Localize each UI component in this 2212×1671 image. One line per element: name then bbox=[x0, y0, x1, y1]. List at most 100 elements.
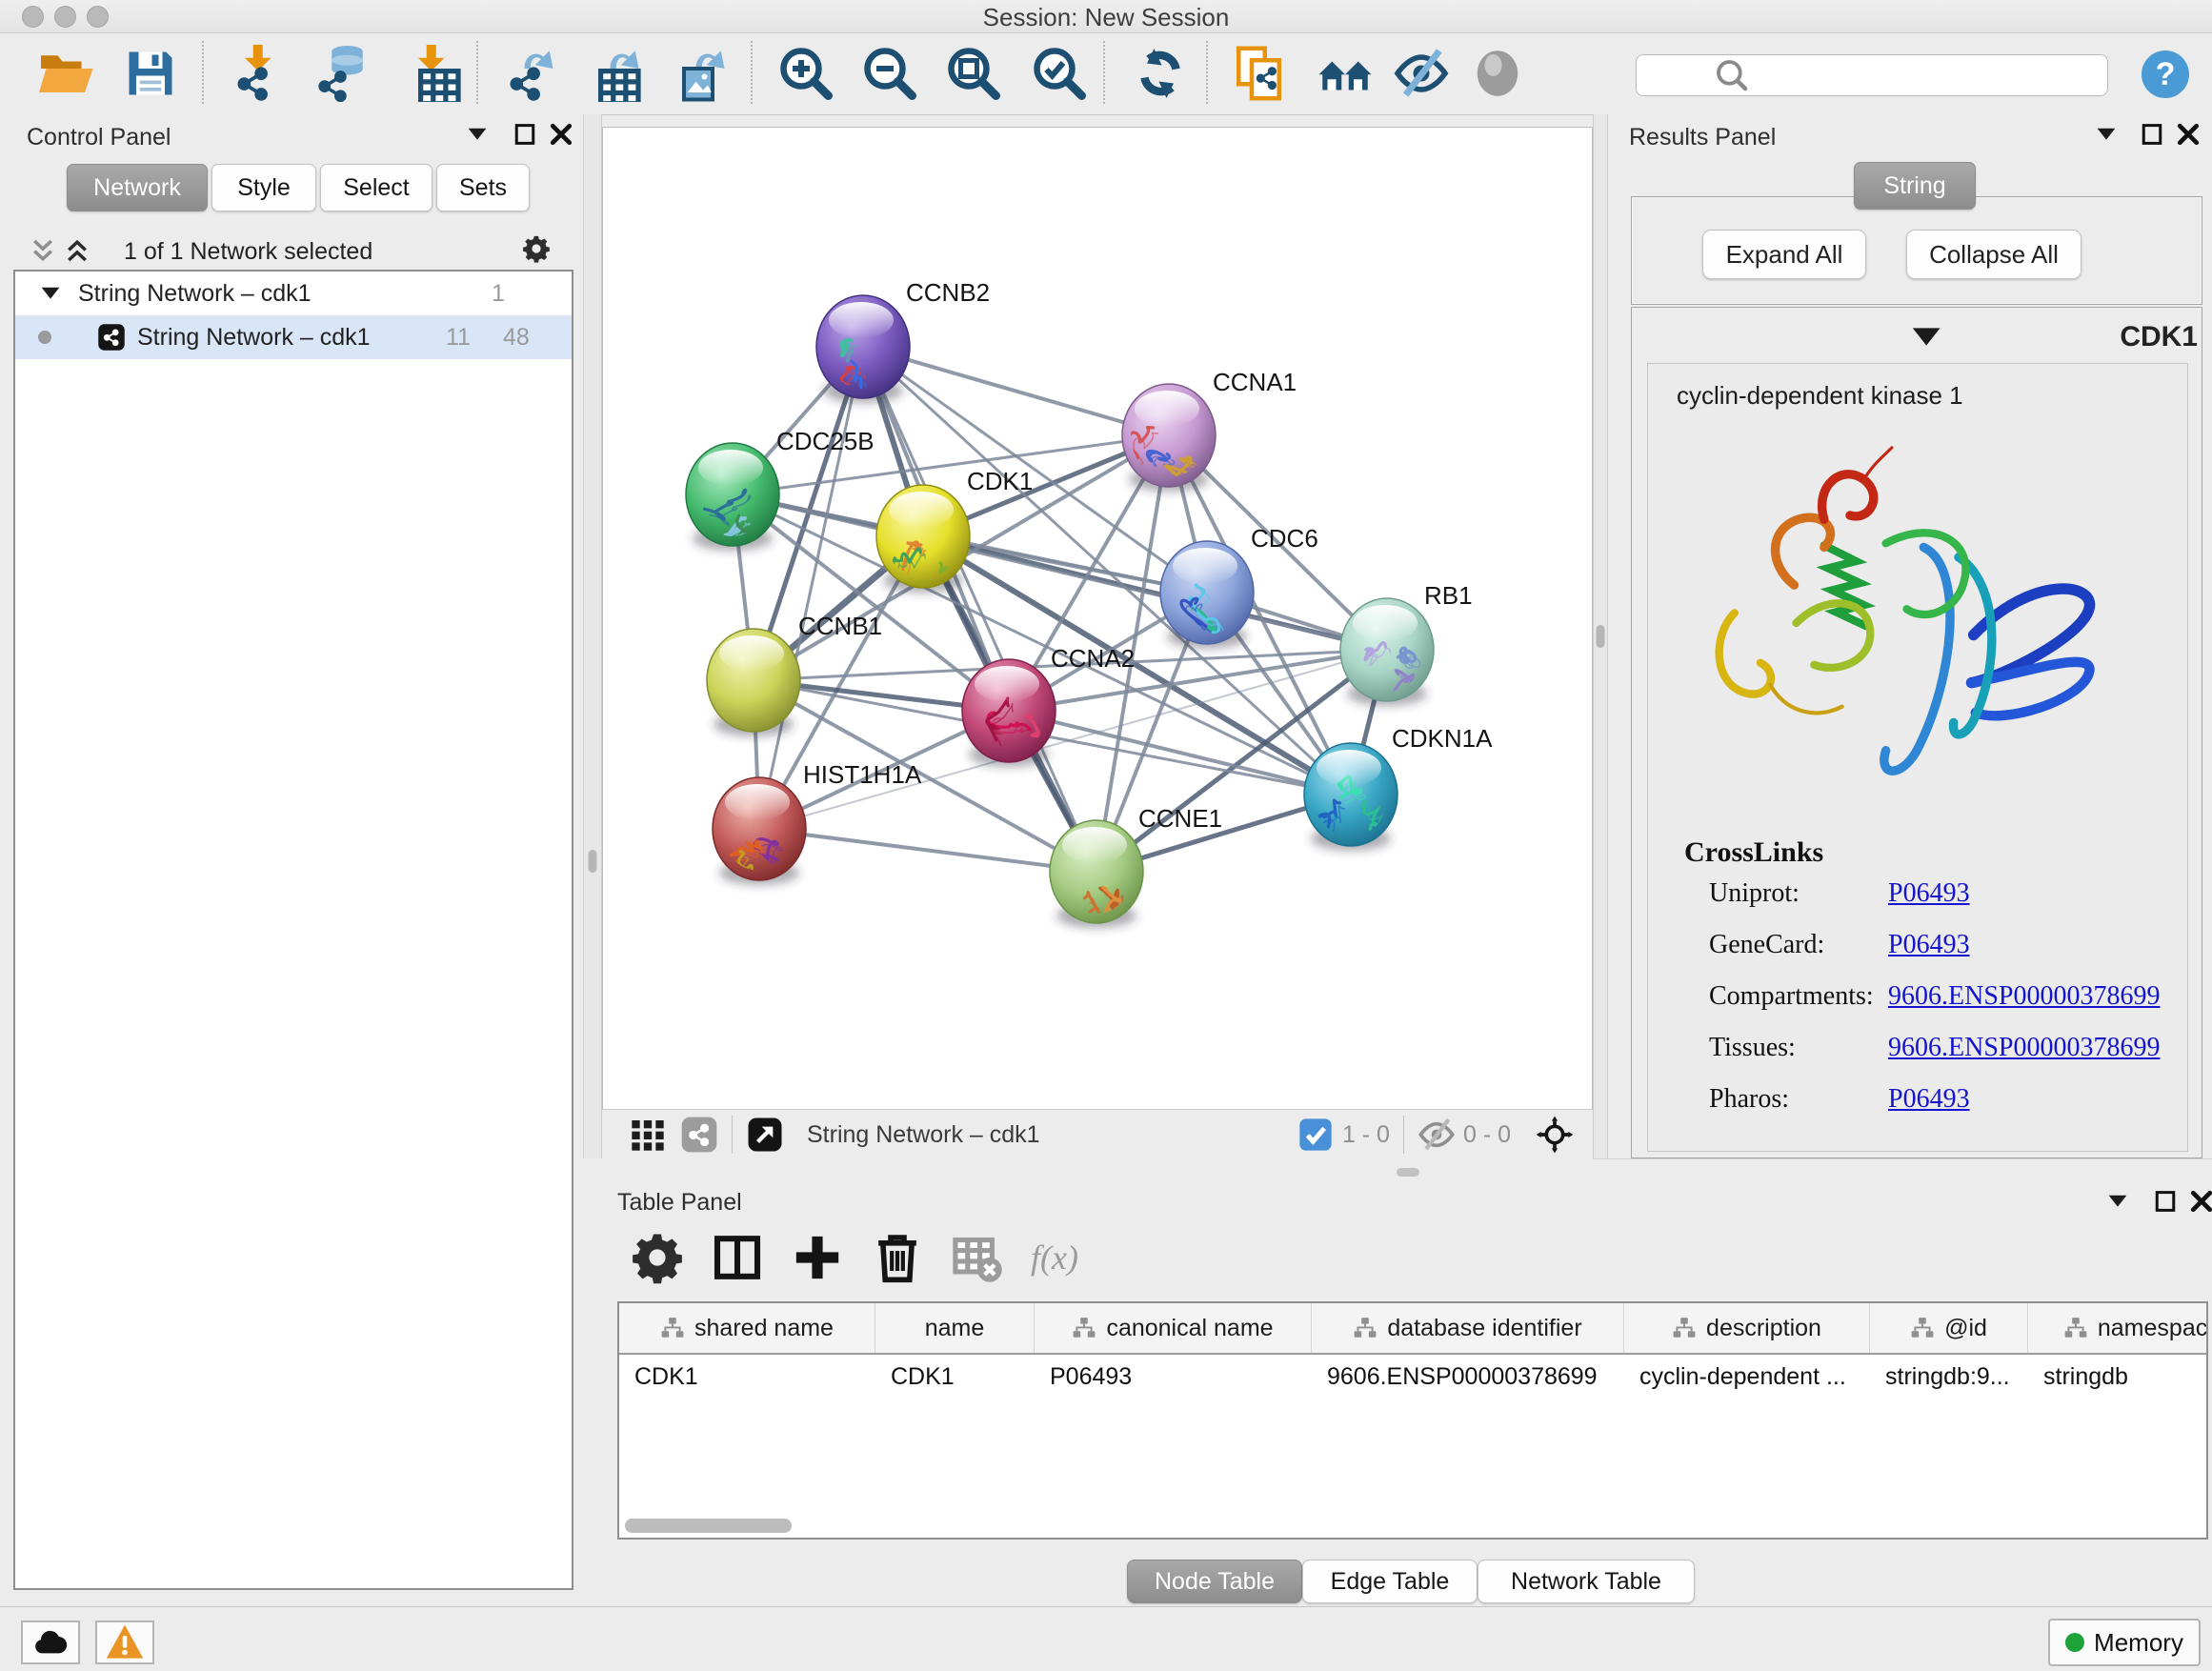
network-edge[interactable] bbox=[759, 347, 863, 829]
memory-button[interactable]: Memory bbox=[2048, 1619, 2201, 1666]
apply-layout-button[interactable] bbox=[1132, 45, 1189, 102]
open-folder-icon bbox=[36, 45, 93, 102]
table-horizontal-scrollbar[interactable] bbox=[619, 1519, 2206, 1534]
hide-selected-button[interactable] bbox=[1393, 45, 1450, 102]
column-header-@id[interactable]: @id bbox=[1870, 1303, 2028, 1353]
node-table[interactable]: shared namenamecanonical namedatabase id… bbox=[617, 1301, 2208, 1540]
add-column-button[interactable] bbox=[791, 1231, 844, 1284]
export-network-button[interactable] bbox=[503, 45, 560, 102]
network-graph[interactable]: CCNB2CCNA1CDC25BCDK1CDC6RB1CCNB1CCNA2CDK… bbox=[603, 128, 1592, 1110]
help-button[interactable]: ? bbox=[2142, 50, 2189, 98]
table-cell[interactable]: CDK1 bbox=[875, 1363, 1035, 1391]
tab-edge-table[interactable]: Edge Table bbox=[1302, 1560, 1478, 1603]
float-panel-icon[interactable] bbox=[511, 120, 539, 149]
collapse-gene-icon[interactable] bbox=[1634, 315, 2066, 359]
left-splitter[interactable] bbox=[583, 114, 602, 1158]
network-edge[interactable] bbox=[759, 829, 1096, 872]
close-panel-icon[interactable] bbox=[2187, 1187, 2212, 1216]
zoom-fit-button[interactable] bbox=[945, 45, 1002, 102]
export-image-button[interactable] bbox=[674, 45, 732, 102]
import-table-button[interactable] bbox=[404, 45, 461, 102]
detach-view-icon[interactable] bbox=[746, 1116, 784, 1154]
close-panel-icon[interactable] bbox=[547, 120, 575, 149]
right-splitter[interactable] bbox=[1593, 114, 1608, 1158]
panel-menu-icon[interactable] bbox=[463, 120, 492, 149]
import-network-from-database-button[interactable] bbox=[316, 45, 373, 102]
clone-network-button[interactable] bbox=[1233, 45, 1290, 102]
show-columns-button[interactable] bbox=[711, 1231, 764, 1284]
table-row[interactable]: CDK1CDK1P064939606.ENSP00000378699cyclin… bbox=[619, 1355, 2206, 1399]
first-neighbors-button[interactable] bbox=[1317, 45, 1374, 102]
selected-checkbox-icon[interactable] bbox=[1297, 1116, 1335, 1154]
gene-header-row[interactable]: CDK1 bbox=[1634, 315, 2198, 359]
collapse-all-button[interactable]: Collapse All bbox=[1906, 230, 2081, 279]
tab-select[interactable]: Select bbox=[320, 164, 432, 211]
table-cell[interactable]: cyclin-dependent ... bbox=[1624, 1363, 1870, 1391]
network-node-CDC25B[interactable]: CDC25B bbox=[686, 427, 875, 561]
import-network-button[interactable] bbox=[231, 45, 288, 102]
column-header-shared-name[interactable]: shared name bbox=[619, 1303, 875, 1353]
table-cell[interactable]: stringdb:9... bbox=[1870, 1363, 2028, 1391]
column-header-name[interactable]: name bbox=[875, 1303, 1035, 1353]
crosslink-link[interactable]: P06493 bbox=[1888, 1084, 1970, 1115]
network-node-CCNB2[interactable]: CCNB2 bbox=[816, 278, 990, 408]
search-box[interactable] bbox=[1636, 54, 2108, 96]
crosslink-label: Uniprot: bbox=[1709, 878, 1800, 908]
open-session-button[interactable] bbox=[36, 45, 93, 102]
column-header-database-identifier[interactable]: database identifier bbox=[1312, 1303, 1624, 1353]
network-node-HIST1H1A[interactable]: HIST1H1A bbox=[713, 760, 922, 885]
network-collection-row[interactable]: String Network – cdk1 1 bbox=[15, 272, 572, 315]
network-node-CDKN1A[interactable]: CDKN1A bbox=[1304, 724, 1493, 851]
delete-column-button[interactable] bbox=[871, 1231, 924, 1284]
show-hidden-button[interactable] bbox=[1469, 45, 1526, 102]
warnings-button[interactable] bbox=[95, 1621, 154, 1664]
network-canvas[interactable]: CCNB2CCNA1CDC25BCDK1CDC6RB1CCNB1CCNA2CDK… bbox=[602, 127, 1593, 1111]
tab-string[interactable]: String bbox=[1854, 162, 1976, 210]
panel-menu-icon[interactable] bbox=[2103, 1187, 2132, 1216]
horizontal-splitter[interactable] bbox=[602, 1158, 2212, 1185]
gear-icon[interactable] bbox=[522, 234, 551, 263]
cloud-button[interactable] bbox=[21, 1621, 80, 1664]
save-session-button[interactable] bbox=[122, 45, 179, 102]
column-header-description[interactable]: description bbox=[1624, 1303, 1870, 1353]
crosslink-link[interactable]: 9606.ENSP00000378699 bbox=[1888, 981, 2160, 1012]
network-badge-gray-icon[interactable] bbox=[680, 1116, 718, 1154]
tab-sets[interactable]: Sets bbox=[436, 164, 530, 211]
table-cell[interactable]: stringdb bbox=[2028, 1363, 2208, 1391]
export-table-button[interactable] bbox=[589, 45, 646, 102]
table-settings-button[interactable] bbox=[631, 1231, 684, 1284]
crosslink-link[interactable]: 9606.ENSP00000378699 bbox=[1888, 1033, 2160, 1063]
search-input[interactable] bbox=[1808, 58, 2107, 92]
tree-expander-icon[interactable] bbox=[36, 279, 65, 308]
column-header-canonical-name[interactable]: canonical name bbox=[1035, 1303, 1312, 1353]
table-cell[interactable]: CDK1 bbox=[619, 1363, 875, 1391]
network-edge[interactable] bbox=[863, 347, 1096, 872]
collapse-all-tree-icon[interactable] bbox=[29, 236, 57, 265]
network-node-CDC6[interactable]: CDC6 bbox=[1160, 524, 1318, 650]
tab-network[interactable]: Network bbox=[67, 164, 208, 211]
table-cell[interactable]: P06493 bbox=[1035, 1363, 1312, 1391]
table-cell[interactable]: 9606.ENSP00000378699 bbox=[1312, 1363, 1624, 1391]
close-panel-icon[interactable] bbox=[2174, 120, 2202, 149]
scrollbar-thumb[interactable] bbox=[625, 1519, 792, 1533]
float-panel-icon[interactable] bbox=[2151, 1187, 2180, 1216]
column-header-namespace[interactable]: namespace bbox=[2028, 1303, 2208, 1353]
expand-all-button[interactable]: Expand All bbox=[1702, 230, 1866, 279]
zoom-selected-button[interactable] bbox=[1031, 45, 1088, 102]
panel-menu-icon[interactable] bbox=[2092, 120, 2121, 149]
results-actions-box: Expand All Collapse All bbox=[1631, 196, 2202, 305]
network-node-RB1[interactable]: RB1 bbox=[1340, 581, 1473, 706]
tab-network-table[interactable]: Network Table bbox=[1478, 1560, 1695, 1603]
crosslink-link[interactable]: P06493 bbox=[1888, 930, 1970, 960]
tab-style[interactable]: Style bbox=[211, 164, 316, 211]
crosslink-link[interactable]: P06493 bbox=[1888, 878, 1970, 909]
zoom-in-button[interactable] bbox=[777, 45, 835, 102]
network-row[interactable]: String Network – cdk1 11 48 bbox=[15, 315, 572, 359]
hidden-eye-icon[interactable] bbox=[1418, 1116, 1456, 1154]
tab-node-table[interactable]: Node Table bbox=[1127, 1560, 1302, 1603]
expand-all-tree-icon[interactable] bbox=[63, 236, 91, 265]
grid-view-icon[interactable] bbox=[629, 1116, 667, 1154]
float-panel-icon[interactable] bbox=[2138, 120, 2166, 149]
crosshair-icon[interactable] bbox=[1536, 1116, 1574, 1154]
zoom-out-button[interactable] bbox=[861, 45, 918, 102]
